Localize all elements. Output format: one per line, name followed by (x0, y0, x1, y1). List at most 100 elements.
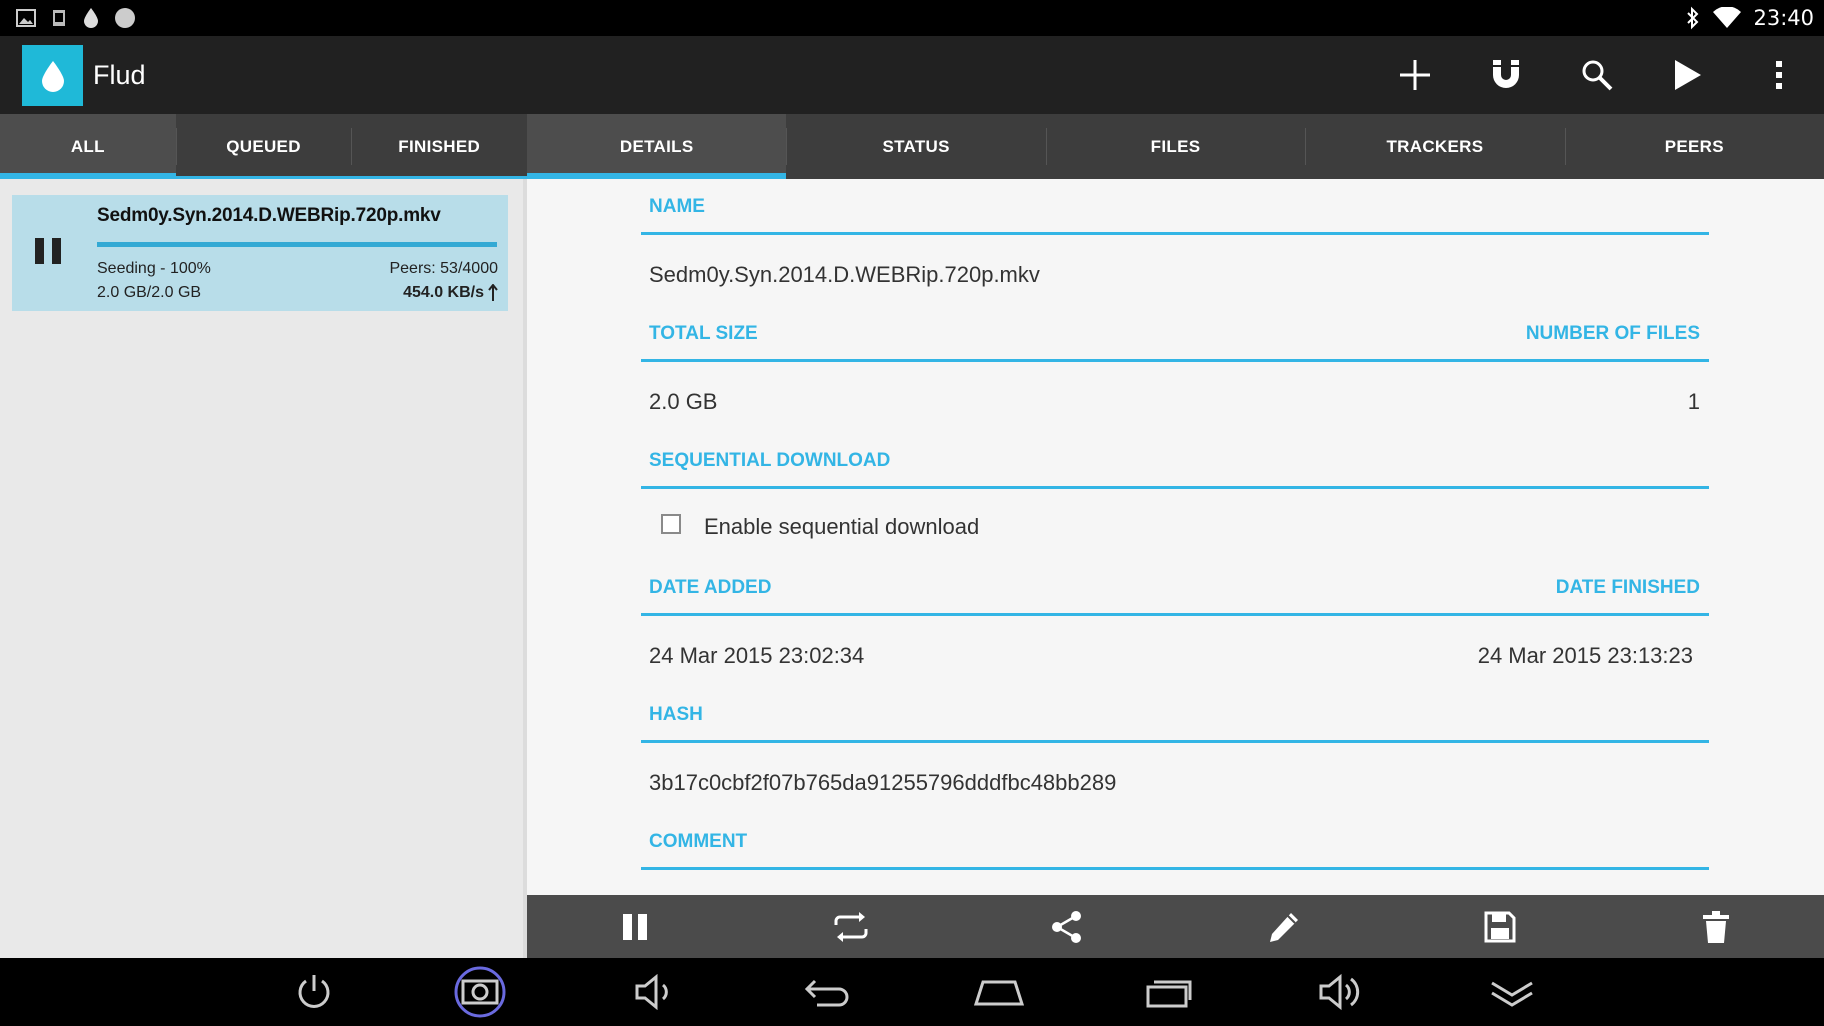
size-section: TOTAL SIZE NUMBER OF FILES 2.0 GB 1 (641, 306, 1709, 433)
volume-up-button[interactable] (1311, 968, 1371, 1016)
torrent-peers: Peers: 53/4000 (389, 260, 498, 277)
hide-nav-bar-button[interactable] (1482, 968, 1542, 1016)
sequential-download-label: SEQUENTIAL DOWNLOAD (649, 450, 891, 471)
torrent-progress-bar (97, 242, 497, 247)
back-icon (804, 979, 849, 1007)
search-icon (1582, 60, 1612, 91)
delete-icon (1702, 910, 1729, 943)
delete-button[interactable] (1608, 895, 1824, 958)
recents-button[interactable] (1140, 968, 1200, 1016)
list-tabs: ALL QUEUED FINISHED (0, 114, 527, 179)
power-icon (298, 975, 330, 1008)
recents-icon (1146, 980, 1192, 1008)
torrent-list: Sedm0y.Syn.2014.D.WEBRip.720p.mkv Seedin… (0, 179, 523, 958)
tab-peers[interactable]: PEERS (1564, 114, 1824, 179)
tab-trackers[interactable]: TRACKERS (1305, 114, 1564, 179)
tab-queued[interactable]: QUEUED (175, 114, 352, 179)
pause-button[interactable] (527, 895, 743, 958)
save-icon (1484, 911, 1516, 942)
sequential-download-row[interactable]: Enable sequential download (641, 489, 1709, 560)
torrent-progress-fill (97, 242, 497, 247)
bluetooth-icon (1685, 6, 1701, 30)
dates-section: DATE ADDED DATE FINISHED 24 Mar 2015 23:… (641, 560, 1709, 687)
image-icon (16, 9, 36, 27)
clock: 23:40 (1753, 6, 1814, 30)
save-button[interactable] (1392, 895, 1608, 958)
back-button[interactable] (797, 968, 857, 1016)
search-button[interactable] (1551, 36, 1642, 114)
upload-speed-value: 454.0 KB/s (403, 284, 484, 301)
hide-bar-icon (1491, 981, 1533, 1007)
overflow-menu-button[interactable] (1733, 36, 1824, 114)
torrent-status: Seeding - 100% (97, 260, 211, 277)
hash-label: HASH (649, 704, 703, 725)
screenshot-icon (454, 966, 506, 1018)
home-icon (973, 980, 1025, 1006)
recheck-icon (834, 911, 868, 942)
number-of-files-value: 1 (1687, 389, 1700, 414)
total-size-value: 2.0 GB (649, 389, 718, 414)
wifi-icon (1713, 7, 1742, 29)
upload-arrow-icon (488, 284, 498, 301)
flud-drop-icon (82, 7, 100, 29)
hash-section: HASH 3b17c0cbf2f07b765da91255796dddfbc48… (641, 687, 1709, 814)
circle-icon (114, 7, 136, 29)
details-panel: NAME Sedm0y.Syn.2014.D.WEBRip.720p.mkv T… (527, 179, 1824, 895)
date-added-value: 24 Mar 2015 23:02:34 (649, 643, 865, 668)
date-added-label: DATE ADDED (649, 577, 772, 598)
tab-status[interactable]: STATUS (786, 114, 1045, 179)
tab-finished[interactable]: FINISHED (351, 114, 527, 179)
edit-icon (1269, 912, 1298, 942)
overflow-menu-icon (1775, 61, 1782, 89)
sequential-download-checkbox[interactable] (661, 514, 681, 534)
detail-tabs: DETAILS STATUS FILES TRACKERS PEERS (527, 114, 1824, 179)
volume-up-icon (1319, 973, 1360, 1011)
add-magnet-button[interactable] (1460, 36, 1551, 114)
share-button[interactable] (959, 895, 1175, 958)
tab-details[interactable]: DETAILS (527, 114, 787, 179)
list-item[interactable]: Sedm0y.Syn.2014.D.WEBRip.720p.mkv Seedin… (12, 195, 508, 311)
volume-down-button[interactable] (625, 968, 685, 1016)
name-value: Sedm0y.Syn.2014.D.WEBRip.720p.mkv (649, 262, 1040, 287)
hash-value: 3b17c0cbf2f07b765da91255796dddfbc48bb289 (649, 770, 1117, 795)
resume-all-button[interactable] (1642, 36, 1733, 114)
magnet-icon (1492, 60, 1519, 88)
pause-icon (35, 238, 61, 264)
pause-torrent-button[interactable] (32, 235, 64, 267)
app-title: Flud (93, 60, 146, 90)
notification-icons (16, 6, 136, 30)
add-icon (1399, 60, 1430, 90)
power-button[interactable] (284, 968, 344, 1016)
sequential-section: SEQUENTIAL DOWNLOAD Enable sequential do… (641, 433, 1709, 560)
comment-section: COMMENT (641, 814, 1709, 870)
section-divider (641, 867, 1709, 870)
pause-icon (623, 913, 648, 940)
edit-button[interactable] (1176, 895, 1392, 958)
tab-files[interactable]: FILES (1045, 114, 1305, 179)
torrent-upload-speed: 454.0 KB/s (403, 284, 498, 302)
system-nav-bar (0, 958, 1824, 1026)
screenshot-icon (50, 9, 68, 27)
torrent-size: 2.0 GB/2.0 GB (97, 284, 202, 301)
force-recheck-button[interactable] (743, 895, 959, 958)
action-bar: Flud (0, 36, 1824, 114)
status-bar: 23:40 (0, 0, 1824, 36)
screenshot-button[interactable] (450, 966, 510, 1018)
date-finished-label: DATE FINISHED (1555, 577, 1700, 598)
date-finished-value: 24 Mar 2015 23:13:23 (1477, 643, 1693, 668)
total-size-label: TOTAL SIZE (649, 323, 758, 344)
tab-all[interactable]: ALL (0, 114, 176, 179)
torrent-toolbar (527, 895, 1824, 958)
number-of-files-label: NUMBER OF FILES (1525, 323, 1700, 344)
name-label: NAME (649, 196, 705, 217)
sequential-download-checkbox-label[interactable]: Enable sequential download (704, 514, 979, 540)
torrent-name: Sedm0y.Syn.2014.D.WEBRip.720p.mkv (97, 205, 441, 226)
app-logo[interactable] (22, 45, 83, 106)
add-torrent-button[interactable] (1369, 36, 1460, 114)
volume-down-icon (635, 974, 668, 1010)
home-button[interactable] (969, 968, 1029, 1016)
play-icon (1674, 60, 1701, 90)
share-icon (1052, 910, 1082, 943)
flud-drop-icon (41, 60, 64, 92)
comment-label: COMMENT (649, 831, 748, 852)
